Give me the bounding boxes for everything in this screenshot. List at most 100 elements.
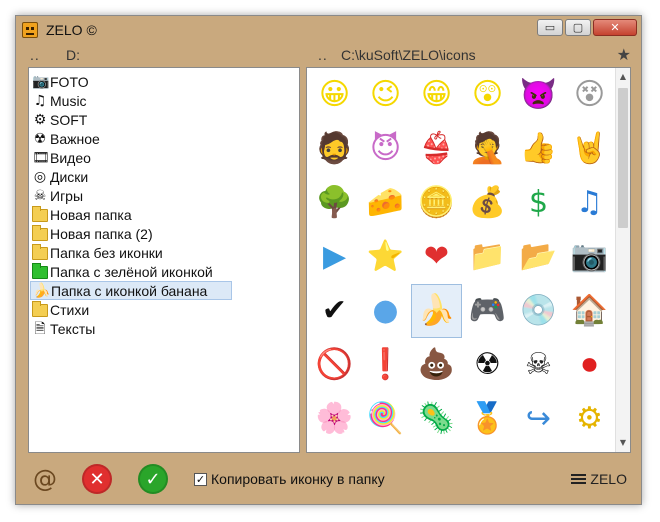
cheese-icon[interactable]: 🧀 (360, 176, 411, 230)
zelo-menu-button[interactable]: ZELO (571, 471, 627, 487)
punk-icon[interactable]: 😈 (360, 122, 411, 176)
icon-grid: 😀 😉 😁 😲 👿 😵 🧔 😈 👙 🤦 👍 🤘 🌳 🧀 🪙 💰 $ ♫ ▶ ⭐ ❤ 📁 📂 📷 ✔ ● 🍌 🎮 💿 🏠 🚫 ❗ 💩 ☢ ☠ ⏺ 🌸 🍭 🦠 🏅… (307, 68, 617, 446)
scroll-down-arrow-icon[interactable]: ▼ (616, 436, 630, 450)
folder-item[interactable]: ☢ Важное (29, 129, 299, 148)
poop-icon[interactable]: 💩 (411, 338, 462, 392)
candy-cane-icon[interactable]: 🍭 (360, 392, 411, 446)
folder-item[interactable]: Новая папка (29, 205, 299, 224)
apply-button[interactable]: ✓ (138, 464, 168, 494)
folder-item[interactable]: 🍌 Папка с иконкой банана (30, 281, 232, 300)
play-glyph: ▶ (322, 239, 347, 274)
folder-item[interactable]: 🎞 Видео (29, 148, 299, 167)
money-bag-icon[interactable]: 💰 (462, 176, 513, 230)
copy-icon-checkbox-row[interactable]: ✓ Копировать иконку в папку (194, 471, 385, 487)
bacteria-icon[interactable]: 🦠 (411, 392, 462, 446)
close-button[interactable]: ✕ (593, 19, 637, 36)
flower-icon[interactable]: 🌸 (309, 392, 360, 446)
forbidden-icon[interactable]: 🚫 (309, 338, 360, 392)
favorite-star-icon[interactable]: ★ (617, 45, 631, 65)
disc-glyph: 💿 (519, 293, 558, 328)
folder-item[interactable]: ◎ Диски (29, 167, 299, 186)
gear-icon[interactable]: ⚙ (564, 392, 615, 446)
medal-icon[interactable]: 🏅 (462, 392, 513, 446)
folder-item[interactable]: ♫ Music (29, 91, 299, 110)
home-icon[interactable]: 🏠 (564, 284, 615, 338)
minimize-button[interactable]: ▭ (537, 19, 563, 36)
bearded-icon[interactable]: 🧔 (309, 122, 360, 176)
bottom-toolbar: @ ✕ ✓ ✓ Копировать иконку в папку ZELO (16, 456, 641, 504)
angry-icon[interactable]: 👿 (513, 68, 564, 122)
pink-folder-glyph: 📂 (519, 239, 558, 274)
folder-label: Игры (50, 187, 84, 204)
left-up-button[interactable]: .. (30, 47, 40, 63)
right-up-button[interactable]: .. (318, 47, 328, 63)
spiral-icon[interactable]: @ (32, 466, 58, 492)
grin-glyph: 😁 (420, 77, 453, 112)
custom-folder-icon: ☠ (33, 187, 47, 204)
folder-item[interactable]: ☠ Игры (29, 186, 299, 205)
smiley-icon[interactable]: 😀 (309, 68, 360, 122)
zelo-menu-label: ZELO (590, 471, 627, 487)
gamepad-glyph: 🎮 (468, 293, 507, 328)
folder-list[interactable]: 📷 FOTO ♫ Music ⚙ SOFT ☢ Важное 🎞 Видео ◎ Диски ☠ Игры… (28, 67, 300, 453)
blue-circle-glyph: ● (372, 293, 399, 328)
scroll-thumb[interactable] (618, 88, 628, 228)
bikini-icon[interactable]: 👙 (411, 122, 462, 176)
zelo-app-icon (22, 22, 38, 38)
cancel-button[interactable]: ✕ (82, 464, 112, 494)
title-bar[interactable]: ZELO © ▭ ▢ ✕ (16, 16, 641, 45)
heart-icon[interactable]: ❤ (411, 230, 462, 284)
folder-icon (32, 206, 48, 222)
folder-label: Music (50, 92, 87, 109)
banana-icon[interactable]: 🍌 (411, 284, 462, 338)
folder-item[interactable]: 📷 FOTO (29, 72, 299, 91)
disc-icon[interactable]: 💿 (513, 284, 564, 338)
folder-item[interactable]: Папка без иконки (29, 243, 299, 262)
custom-folder-icon: ⚙ (33, 111, 47, 128)
folder-item[interactable]: 🗎 Тексты (29, 319, 299, 338)
warning-icon[interactable]: ❗ (360, 338, 411, 392)
copy-icon-checkbox[interactable]: ✓ (194, 472, 207, 486)
maximize-button[interactable]: ▢ (565, 19, 591, 36)
radioactive-glyph: ☢ (474, 347, 501, 382)
tree-glyph: 🌳 (315, 185, 354, 220)
wink-icon[interactable]: 😉 (360, 68, 411, 122)
coin-icon[interactable]: 🪙 (411, 176, 462, 230)
pink-folder-icon[interactable]: 📂 (513, 230, 564, 284)
rock-hand-icon[interactable]: 🤘 (564, 122, 615, 176)
dead-icon[interactable]: 😵 (564, 68, 615, 122)
icon-gallery[interactable]: 😀 😉 😁 😲 👿 😵 🧔 😈 👙 🤦 👍 🤘 🌳 🧀 🪙 💰 $ ♫ ▶ ⭐ ❤ 📁 📂 📷 ✔ ● 🍌 🎮 💿 🏠 🚫 ❗ 💩 ☢ ☠ ⏺ 🌸 🍭 🦠 🏅… (306, 67, 631, 453)
vertical-scrollbar[interactable]: ▲ ▼ (615, 68, 630, 452)
checkmark-icon[interactable]: ✔ (309, 284, 360, 338)
folder-item[interactable]: Новая папка (2) (29, 224, 299, 243)
folder-label: Видео (50, 149, 91, 166)
radioactive-icon[interactable]: ☢ (462, 338, 513, 392)
left-path-label: D: (66, 47, 80, 63)
star-icon[interactable]: ⭐ (360, 230, 411, 284)
grin-icon[interactable]: 😁 (411, 68, 462, 122)
blue-circle-icon[interactable]: ● (360, 284, 411, 338)
folder-label: Тексты (50, 320, 96, 337)
play-icon[interactable]: ▶ (309, 230, 360, 284)
tree-icon[interactable]: 🌳 (309, 176, 360, 230)
folder-item[interactable]: Папка с зелёной иконкой (29, 262, 299, 281)
rock-hand-glyph: 🤘 (570, 131, 609, 166)
dollar-icon[interactable]: $ (513, 176, 564, 230)
folder-item[interactable]: ⚙ SOFT (29, 110, 299, 129)
gear-glyph: ⚙ (576, 401, 603, 436)
facepalm-icon[interactable]: 🤦 (462, 122, 513, 176)
thumbs-up-icon[interactable]: 👍 (513, 122, 564, 176)
custom-folder-icon: ♫ (33, 92, 47, 109)
record-icon[interactable]: ⏺ (564, 338, 615, 392)
music-note-icon[interactable]: ♫ (564, 176, 615, 230)
folder-item[interactable]: Стихи (29, 300, 299, 319)
redo-arrow-icon[interactable]: ↪ (513, 392, 564, 446)
shocked-icon[interactable]: 😲 (462, 68, 513, 122)
green-folder-icon[interactable]: 📁 (462, 230, 513, 284)
folder-label: Папка с иконкой банана (51, 282, 208, 299)
camera-icon[interactable]: 📷 (564, 230, 615, 284)
scroll-up-arrow-icon[interactable]: ▲ (616, 70, 630, 84)
gamepad-icon[interactable]: 🎮 (462, 284, 513, 338)
skull-icon[interactable]: ☠ (513, 338, 564, 392)
hamburger-icon (571, 472, 587, 486)
